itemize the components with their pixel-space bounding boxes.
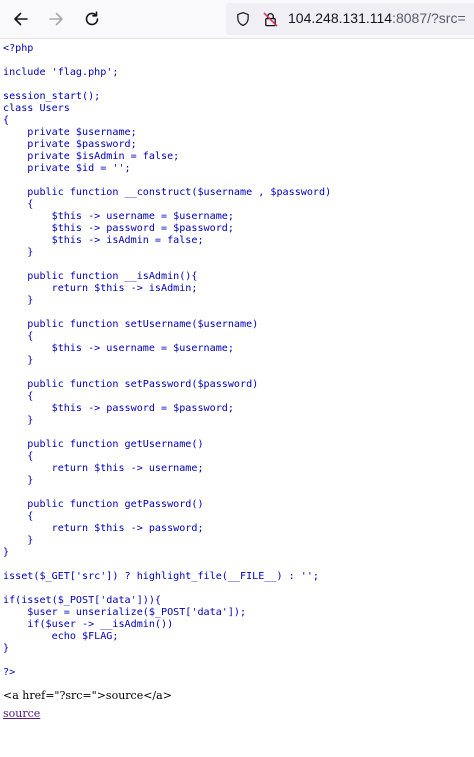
insecure-lock-icon[interactable] (261, 10, 279, 28)
code-line: public function getUsername() (3, 439, 204, 450)
raw-anchor-html: <a href="?src=">source</a> (3, 689, 172, 702)
code-line: } (3, 355, 34, 366)
code-line: $this -> password = $password; (3, 403, 234, 414)
code-line: $user = unserialize($_POST['data']); (3, 607, 247, 618)
code-line: private $username; (3, 127, 137, 138)
code-line: isset($_GET['src']) ? highlight_file(__F… (3, 571, 320, 582)
code-line: public function getPassword() (3, 499, 204, 510)
code-line: <?php (3, 43, 34, 54)
code-line: { (3, 331, 34, 342)
code-line: { (3, 451, 34, 462)
code-line: } (3, 295, 34, 306)
code-line: return $this -> username; (3, 463, 204, 474)
url-text[interactable]: 104.248.131.114:8087/?src= (288, 10, 466, 26)
code-line: } (3, 643, 10, 654)
code-line: } (3, 415, 34, 426)
code-line: } (3, 547, 10, 558)
code-line: { (3, 115, 10, 126)
source-link[interactable]: source (3, 707, 40, 720)
page-content: <?php include 'flag.php'; session_start(… (0, 39, 474, 721)
url-bar[interactable]: 104.248.131.114:8087/?src= (226, 3, 474, 35)
code-line: return $this -> password; (3, 523, 204, 534)
code-line: return $this -> isAdmin; (3, 283, 198, 294)
code-line: } (3, 247, 34, 258)
code-line: private $id = ''; (3, 163, 131, 174)
code-line: if(isset($_POST['data'])){ (3, 595, 162, 606)
php-source-code: <?php include 'flag.php'; session_start(… (3, 43, 474, 679)
code-line: if($user -> __isAdmin()) (3, 619, 174, 630)
code-line: $this -> password = $password; (3, 223, 234, 234)
code-line: } (3, 535, 34, 546)
reload-icon[interactable] (80, 7, 104, 31)
shield-icon[interactable] (234, 10, 252, 28)
code-line: echo $FLAG; (3, 631, 119, 642)
code-line: { (3, 391, 34, 402)
code-line: public function __isAdmin(){ (3, 271, 198, 282)
code-line: public function __construct($username , … (3, 187, 332, 198)
code-line: $this -> isAdmin = false; (3, 235, 204, 246)
code-line: public function setUsername($username) (3, 319, 259, 330)
code-line: } (3, 475, 34, 486)
code-line: include 'flag.php'; (3, 67, 119, 78)
arrow-right-icon[interactable] (44, 7, 68, 31)
code-line: { (3, 199, 34, 210)
code-line: class Users (3, 103, 70, 114)
code-line: $this -> username = $username; (3, 343, 234, 354)
code-line: public function setPassword($password) (3, 379, 259, 390)
code-line: private $isAdmin = false; (3, 151, 180, 162)
code-line: ?> (3, 667, 16, 678)
url-path: :8087/?src= (392, 10, 466, 26)
code-line: session_start(); (3, 91, 101, 102)
code-line: { (3, 511, 34, 522)
browser-toolbar: 104.248.131.114:8087/?src= (0, 0, 474, 39)
arrow-left-icon[interactable] (9, 7, 33, 31)
code-line: $this -> username = $username; (3, 211, 234, 222)
url-host: 104.248.131.114 (288, 10, 393, 26)
code-line: private $password; (3, 139, 137, 150)
